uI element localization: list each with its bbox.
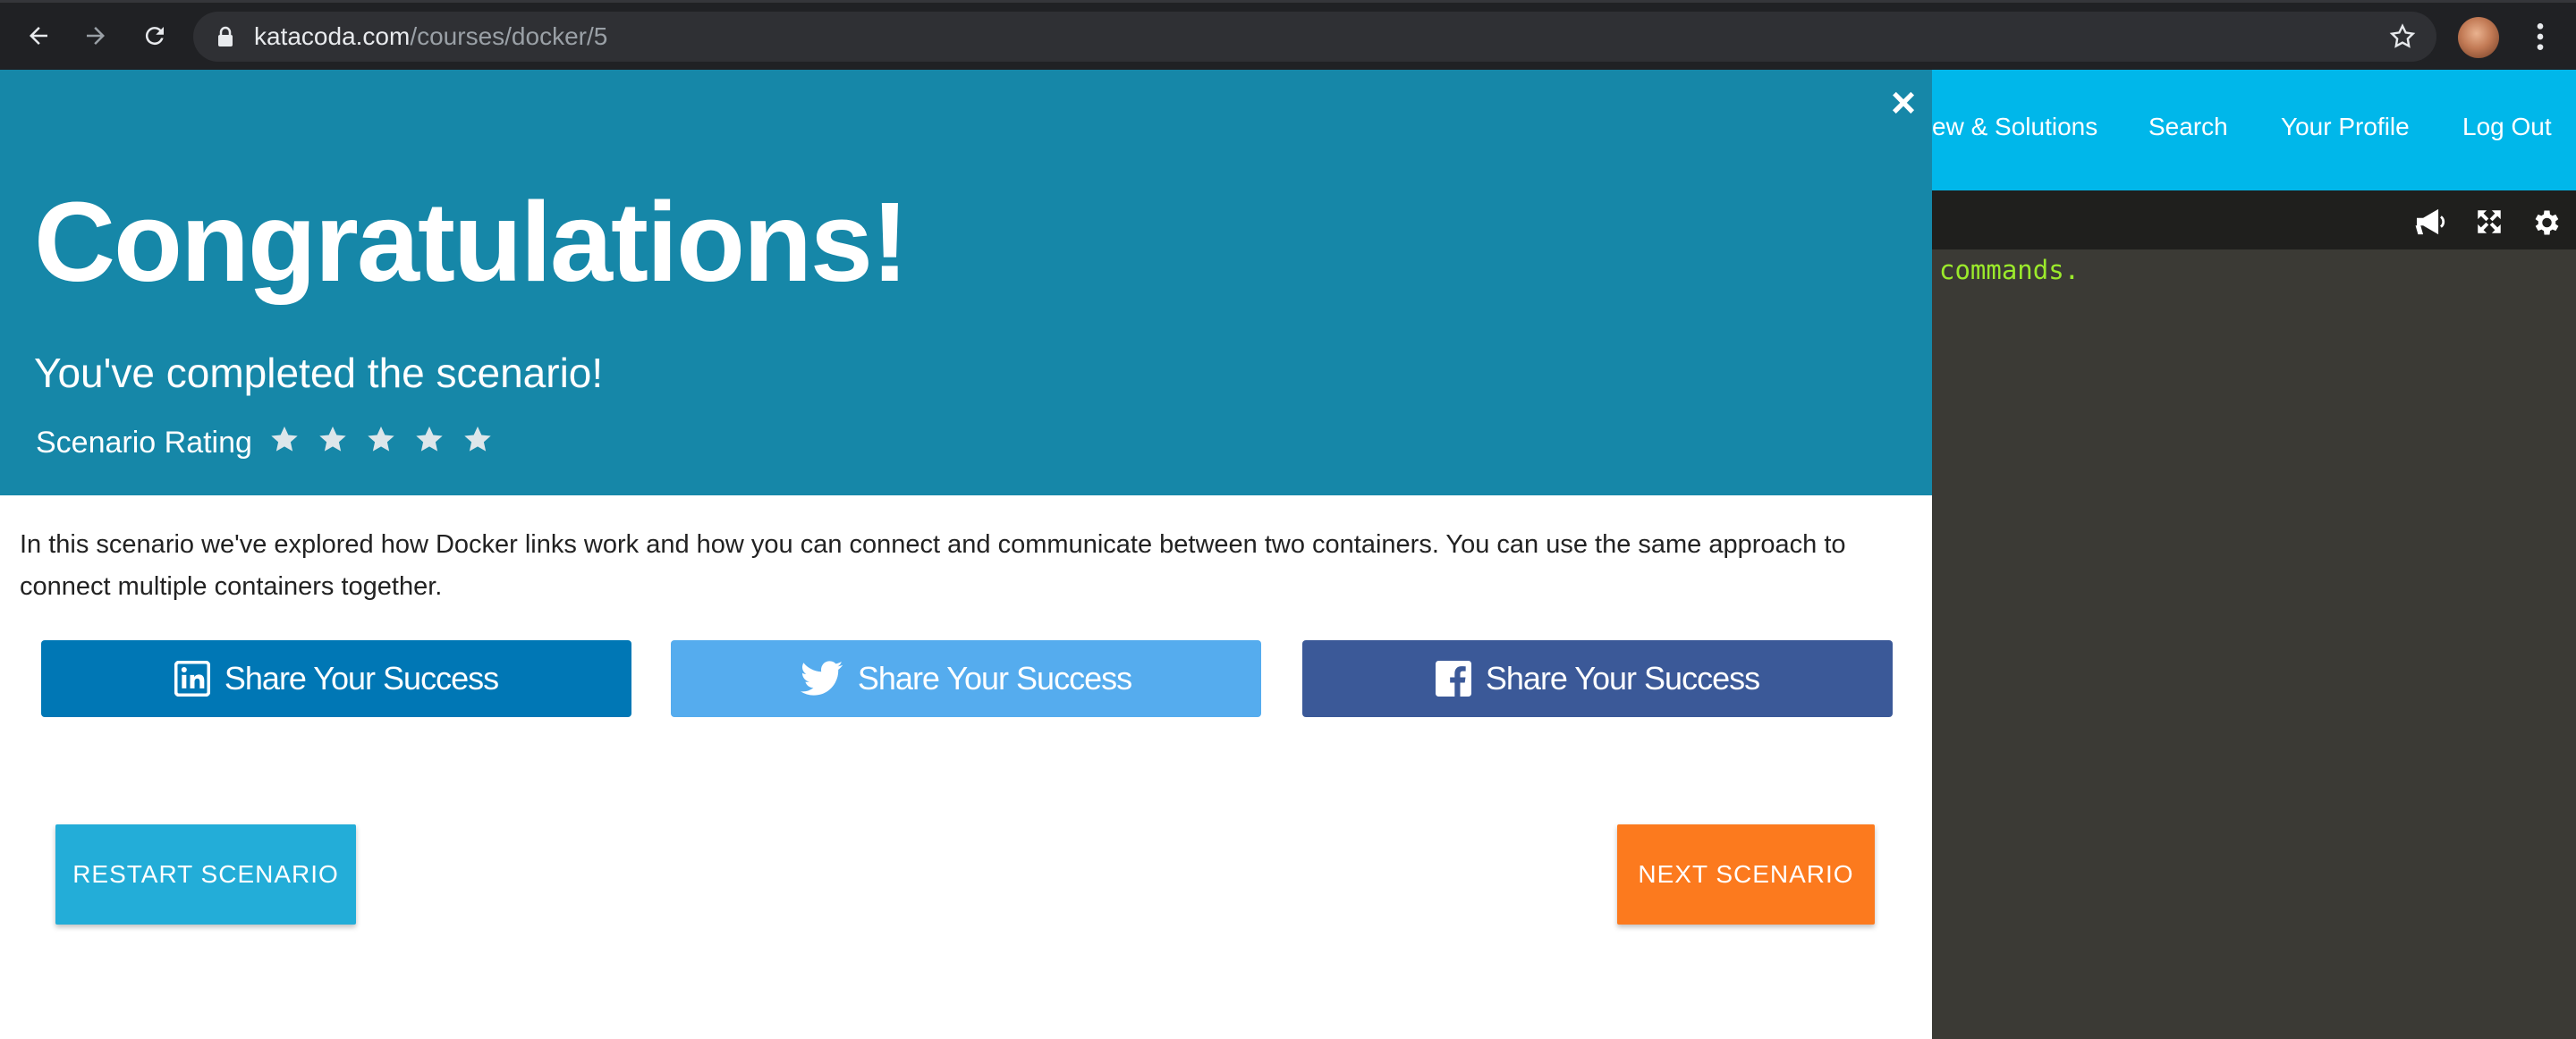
completion-modal: × Congratulations! You've completed the … xyxy=(0,70,1932,1039)
lock-icon xyxy=(218,26,233,46)
next-scenario-button[interactable]: NEXT SCENARIO xyxy=(1617,824,1875,925)
close-icon[interactable]: × xyxy=(1885,82,1921,125)
forward-button[interactable] xyxy=(75,15,116,56)
browser-toolbar: katacoda.com/courses/docker/5 xyxy=(0,0,2576,70)
linkedin-icon xyxy=(174,661,210,697)
share-linkedin-button[interactable]: Share Your Success xyxy=(41,640,631,717)
back-button[interactable] xyxy=(18,15,59,56)
url-text: katacoda.com/courses/docker/5 xyxy=(254,22,608,50)
star-icon[interactable] xyxy=(268,424,301,456)
scenario-summary: In this scenario we've explored how Dock… xyxy=(20,530,1846,601)
restart-scenario-button[interactable]: RESTART SCENARIO xyxy=(55,824,356,925)
modal-header: × Congratulations! You've completed the … xyxy=(0,70,1932,495)
star-icon[interactable] xyxy=(413,424,445,456)
nav-link-log-out[interactable]: Log Out xyxy=(2462,113,2552,141)
facebook-icon xyxy=(1435,661,1471,697)
share-twitter-button[interactable]: Share Your Success xyxy=(671,640,1261,717)
share-facebook-button[interactable]: Share Your Success xyxy=(1302,640,1893,717)
star-icon[interactable] xyxy=(462,424,494,456)
megaphone-icon[interactable] xyxy=(2413,207,2451,237)
address-bar[interactable]: katacoda.com/courses/docker/5 xyxy=(193,12,2436,62)
settings-gear-icon[interactable] xyxy=(2529,207,2562,239)
terminal-output: commands. xyxy=(1939,255,2080,285)
profile-avatar[interactable] xyxy=(2458,17,2499,58)
page-title: Congratulations! xyxy=(34,179,909,305)
share-facebook-label: Share Your Success xyxy=(1485,660,1760,697)
star-icon[interactable] xyxy=(317,424,349,456)
rating-stars xyxy=(268,424,494,456)
nav-link-review-solutions[interactable]: ew & Solutions xyxy=(1932,113,2097,141)
terminal-toolbar xyxy=(1932,190,2576,249)
nav-link-your-profile[interactable]: Your Profile xyxy=(2281,113,2410,141)
reload-icon xyxy=(145,27,164,46)
share-linkedin-label: Share Your Success xyxy=(224,660,499,697)
app-header: ew & Solutions Search Your Profile Log O… xyxy=(1932,70,2576,190)
expand-icon[interactable] xyxy=(2474,207,2504,237)
back-arrow-icon xyxy=(30,27,47,45)
terminal-pane[interactable]: commands. xyxy=(1932,249,2576,1039)
rating-label: Scenario Rating xyxy=(36,426,252,460)
nav-link-search[interactable]: Search xyxy=(2148,113,2228,141)
menu-kebab-icon[interactable] xyxy=(2522,19,2558,55)
share-twitter-label: Share Your Success xyxy=(857,660,1132,697)
star-icon[interactable] xyxy=(365,424,397,456)
reload-button[interactable] xyxy=(134,15,175,56)
bookmark-star-icon[interactable] xyxy=(2388,22,2417,51)
twitter-icon xyxy=(800,661,843,696)
forward-arrow-icon xyxy=(87,27,105,45)
completion-subtitle: You've completed the scenario! xyxy=(34,350,604,396)
